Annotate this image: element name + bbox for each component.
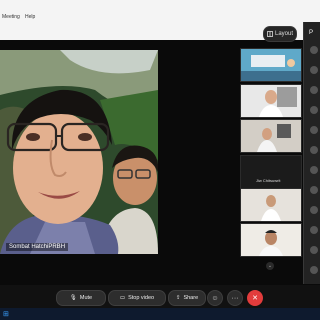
reaction-icon: ☺ xyxy=(211,294,219,302)
thumbnail-image xyxy=(241,120,301,152)
layout-icon xyxy=(267,31,273,37)
mute-button[interactable]: 🎙 Mute xyxy=(56,290,106,306)
participant-thumbnail[interactable] xyxy=(240,84,302,118)
thumbnail-image xyxy=(241,85,301,117)
participants-panel: P xyxy=(303,22,320,284)
reaction-button[interactable]: ☺ xyxy=(207,290,223,306)
panel-row[interactable] xyxy=(310,106,318,114)
end-call-icon: ✕ xyxy=(252,295,258,302)
panel-row[interactable] xyxy=(310,226,318,234)
stop-video-label: Stop video xyxy=(128,295,155,301)
thumbnail-image xyxy=(241,189,301,221)
panel-row[interactable] xyxy=(310,46,318,54)
name-only-participant-label: Jiw Chitsuwrit xyxy=(256,178,281,183)
os-taskbar: ⊞ xyxy=(0,308,320,320)
main-video[interactable]: Sombat HatchiPRBH xyxy=(0,50,158,254)
participant-thumbnail[interactable] xyxy=(240,48,302,82)
panel-row[interactable] xyxy=(310,246,318,254)
panel-row[interactable] xyxy=(310,86,318,94)
share-button[interactable]: ⇪ Share xyxy=(168,290,206,306)
panel-row[interactable] xyxy=(310,146,318,154)
more-button[interactable]: ··· xyxy=(227,290,243,306)
layout-button[interactable]: Layout xyxy=(263,26,297,42)
menu-meeting[interactable]: Meeting xyxy=(2,14,20,20)
share-icon: ⇪ xyxy=(175,295,181,301)
stop-video-button[interactable]: ▭ Stop video xyxy=(108,290,166,306)
thumbnail-image xyxy=(241,224,301,256)
main-participant-name: Sombat HatchiPRBH xyxy=(6,243,69,251)
panel-row[interactable] xyxy=(310,166,318,174)
participant-thumbnail[interactable] xyxy=(240,119,302,153)
video-icon: ▭ xyxy=(119,295,126,301)
panel-title: P xyxy=(309,30,314,36)
panel-row[interactable] xyxy=(310,186,318,194)
panel-row[interactable] xyxy=(310,206,318,214)
panel-row[interactable] xyxy=(310,266,318,274)
panel-row[interactable] xyxy=(310,126,318,134)
panel-row[interactable] xyxy=(310,66,318,74)
menu-help[interactable]: Help xyxy=(25,14,35,20)
windows-icon[interactable]: ⊞ xyxy=(3,310,9,318)
chevron-down-icon[interactable]: ⌄ xyxy=(266,262,274,270)
thumbnail-image xyxy=(241,49,301,81)
share-label: Share xyxy=(183,295,199,301)
more-icon: ··· xyxy=(231,294,239,302)
end-call-button[interactable]: ✕ xyxy=(247,290,263,306)
participant-tile-name-only[interactable]: Jiw Chitsuwrit xyxy=(240,155,302,189)
participant-thumbnail[interactable] xyxy=(240,188,302,222)
microphone-icon: 🎙 xyxy=(69,295,77,301)
participant-thumbnail[interactable] xyxy=(240,223,302,257)
main-video-image xyxy=(0,50,158,254)
mute-label: Mute xyxy=(79,295,93,301)
layout-label: Layout xyxy=(274,31,293,37)
